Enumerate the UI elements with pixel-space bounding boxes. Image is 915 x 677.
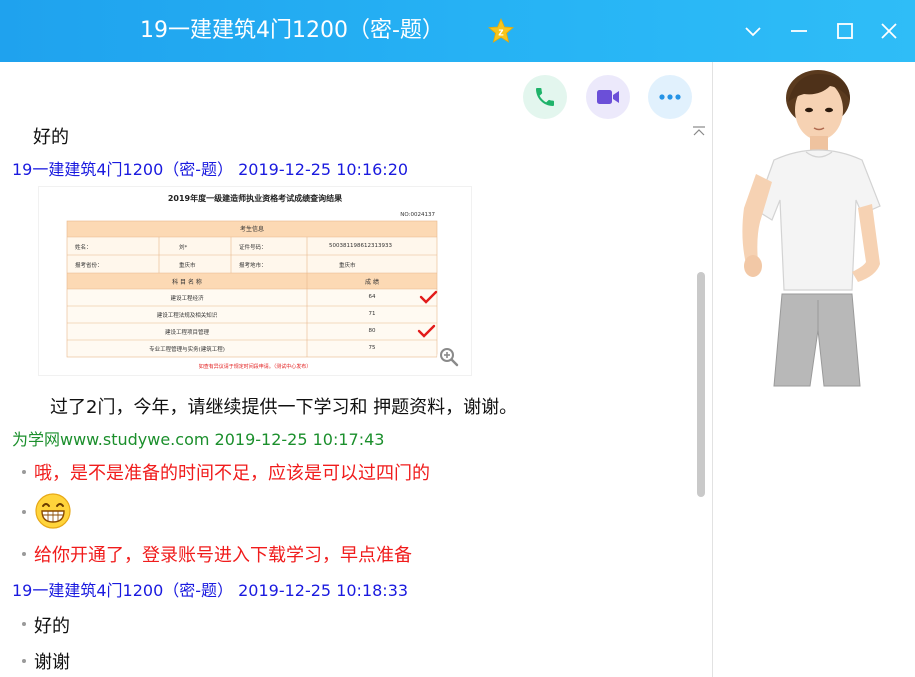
panel-divider [712, 62, 713, 677]
message-text: 好的 [34, 616, 70, 637]
report-cell: 刘* [179, 245, 188, 251]
report-cell: 报考地市： [239, 263, 267, 269]
report-cell: 重庆市 [179, 263, 196, 269]
video-call-button[interactable] [586, 75, 630, 119]
message-bullet [22, 552, 26, 556]
minimize-icon [791, 30, 807, 32]
avatar-figure [722, 68, 908, 398]
message-bullet [22, 659, 26, 663]
report-section: 考生信息 [239, 226, 264, 233]
report-cell: 姓名： [75, 245, 92, 251]
message-header: 为学网www.studywe.com 2019-12-25 10:17:43 [12, 430, 385, 449]
report-footnote: 如查有异议请于规定时间段申请。（测试中心发布） [198, 364, 312, 370]
message-text: 给你开通了，登录账号进入下载学习，早点准备 [34, 545, 412, 566]
close-icon [881, 23, 897, 39]
window-title: 19一建建筑4门1200（密-题） [140, 18, 444, 43]
report-subject: 建设工程经济 [170, 296, 204, 302]
message-text: 哦，是不是准备的时间不足，应该是可以过四门的 [34, 463, 430, 484]
voice-call-button[interactable] [523, 75, 567, 119]
message-bullet [22, 622, 26, 626]
phone-icon [536, 88, 554, 106]
zoom-in-button[interactable] [437, 345, 461, 369]
message-bullet [22, 470, 26, 474]
image-attachment[interactable]: 2019年度一级建造师执业资格考试成绩查询结果 NO:0024137 考生信息 … [38, 186, 472, 376]
report-subject: 建设工程项目管理 [164, 330, 209, 336]
report-subject: 建设工程法规及相关知识 [156, 313, 218, 319]
emoji-message [34, 492, 72, 530]
badge-letter: z [498, 27, 504, 39]
boy-avatar-icon [742, 70, 881, 387]
chevron-down-icon [745, 27, 761, 37]
message-text: 过了2门，今年，请继续提供一下学习和 押题资料，谢谢。 [50, 397, 518, 418]
report-col-subject: 科 目 名 称 [172, 279, 202, 286]
video-camera-icon [597, 90, 619, 104]
message-text: 好的 [33, 127, 69, 148]
report-cell: 证件号码： [239, 245, 267, 251]
report-score: 75 [368, 345, 376, 351]
zoom-in-icon [440, 348, 459, 367]
message-bullet [22, 510, 26, 514]
maximize-icon [837, 23, 853, 39]
report-score: 71 [368, 311, 376, 317]
maximize-button[interactable] [828, 14, 862, 48]
close-button[interactable] [872, 14, 906, 48]
report-cell: 重庆市 [339, 263, 356, 269]
more-dots-icon [659, 94, 681, 100]
more-options-button[interactable] [648, 75, 692, 119]
chat-scrollbar[interactable] [697, 272, 705, 497]
minimize-button[interactable] [782, 14, 816, 48]
message-header: 19一建建筑4门1200（密-题） 2019-12-25 10:18:33 [12, 581, 409, 600]
message-header: 19一建建筑4门1200（密-题） 2019-12-25 10:16:20 [12, 160, 409, 179]
report-score: 80 [368, 328, 376, 334]
title-bar: 19一建建筑4门1200（密-题） z [0, 0, 915, 62]
badge-star-icon[interactable]: z [488, 18, 514, 44]
report-subject: 专业工程管理与实务(建筑工程) [149, 347, 225, 353]
report-cell: 500381198612313933 [329, 243, 392, 249]
grinning-face-icon [35, 493, 71, 529]
report-col-score: 成 绩 [365, 279, 379, 286]
message-text: 谢谢 [34, 652, 70, 673]
report-score: 64 [368, 294, 376, 300]
report-cell: 报考省份： [75, 263, 103, 269]
dropdown-button[interactable] [736, 14, 770, 48]
collapse-icon[interactable] [692, 124, 706, 140]
